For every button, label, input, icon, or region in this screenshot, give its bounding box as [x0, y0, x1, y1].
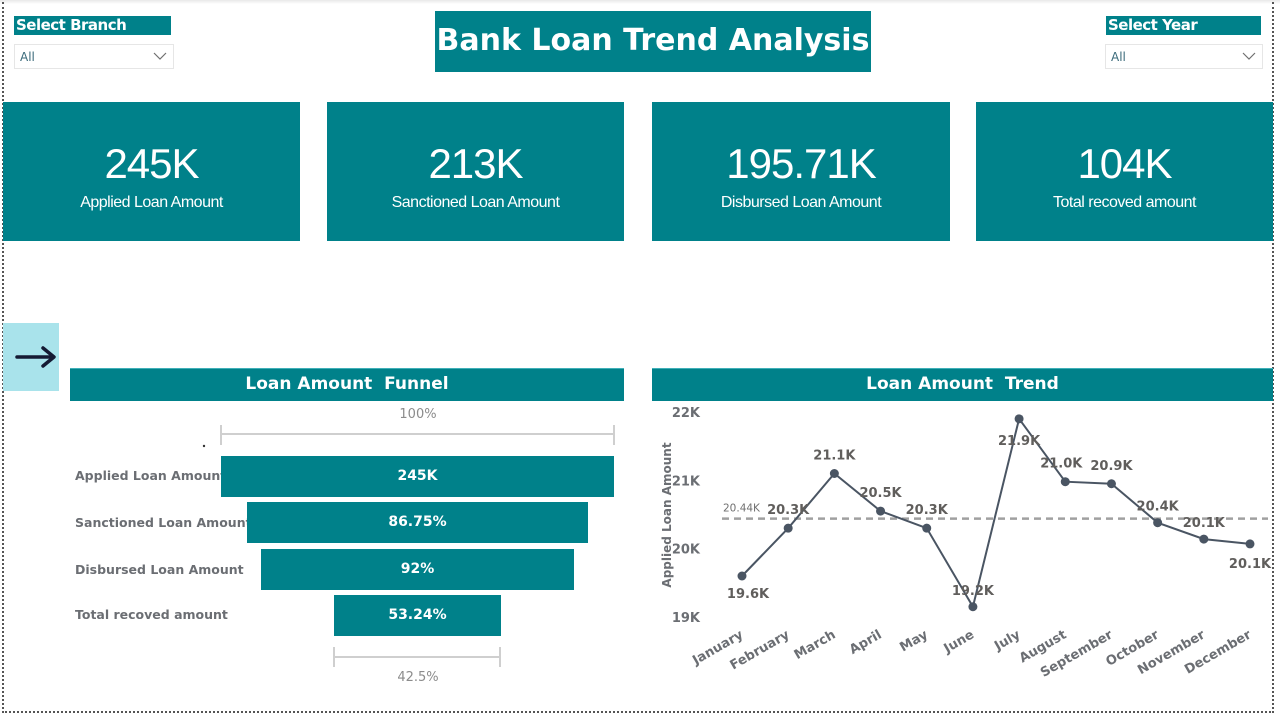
data-point [1014, 414, 1024, 424]
data-label: 21.1K [813, 449, 856, 464]
x-tick-label: April [847, 627, 885, 657]
data-point [922, 523, 932, 533]
y-tick-label: 22K [672, 406, 701, 421]
data-label: 20.1K [1183, 516, 1226, 531]
x-tick-label: July [991, 627, 1023, 654]
data-label: 21.0K [1040, 457, 1083, 472]
data-point [783, 523, 793, 533]
reference-line-label: 20.44K [723, 503, 761, 515]
data-label: 21.9K [998, 434, 1041, 449]
data-label: 20.5K [859, 486, 902, 501]
y-tick-label: 20K [672, 543, 701, 558]
x-tick-label: June [941, 627, 977, 657]
data-point [1245, 539, 1255, 549]
data-point [1199, 534, 1209, 544]
data-point [829, 469, 839, 478]
data-point [876, 506, 886, 516]
y-tick-label: 19K [672, 611, 701, 626]
data-point [737, 571, 747, 581]
data-label: 20.9K [1090, 459, 1133, 474]
data-label: 19.6K [727, 587, 770, 602]
data-label: 20.3K [767, 503, 810, 518]
data-point [1060, 477, 1070, 487]
data-label: 20.1K [1229, 557, 1272, 572]
data-label: 20.4K [1137, 500, 1180, 515]
y-axis-label: Applied Loan Amount [660, 442, 674, 587]
data-label: 19.2K [952, 584, 995, 599]
data-point [968, 602, 978, 612]
data-label: 20.3K [906, 503, 949, 518]
trend-line-chart: 19K 20K 21K 22K Applied Loan Amount 20.44K 19.… [660, 406, 1272, 681]
data-point [1106, 479, 1116, 489]
data-point [1153, 518, 1163, 528]
y-tick-label: 21K [672, 474, 701, 489]
x-tick-label: March [792, 627, 839, 663]
x-tick-label: May [897, 627, 931, 655]
